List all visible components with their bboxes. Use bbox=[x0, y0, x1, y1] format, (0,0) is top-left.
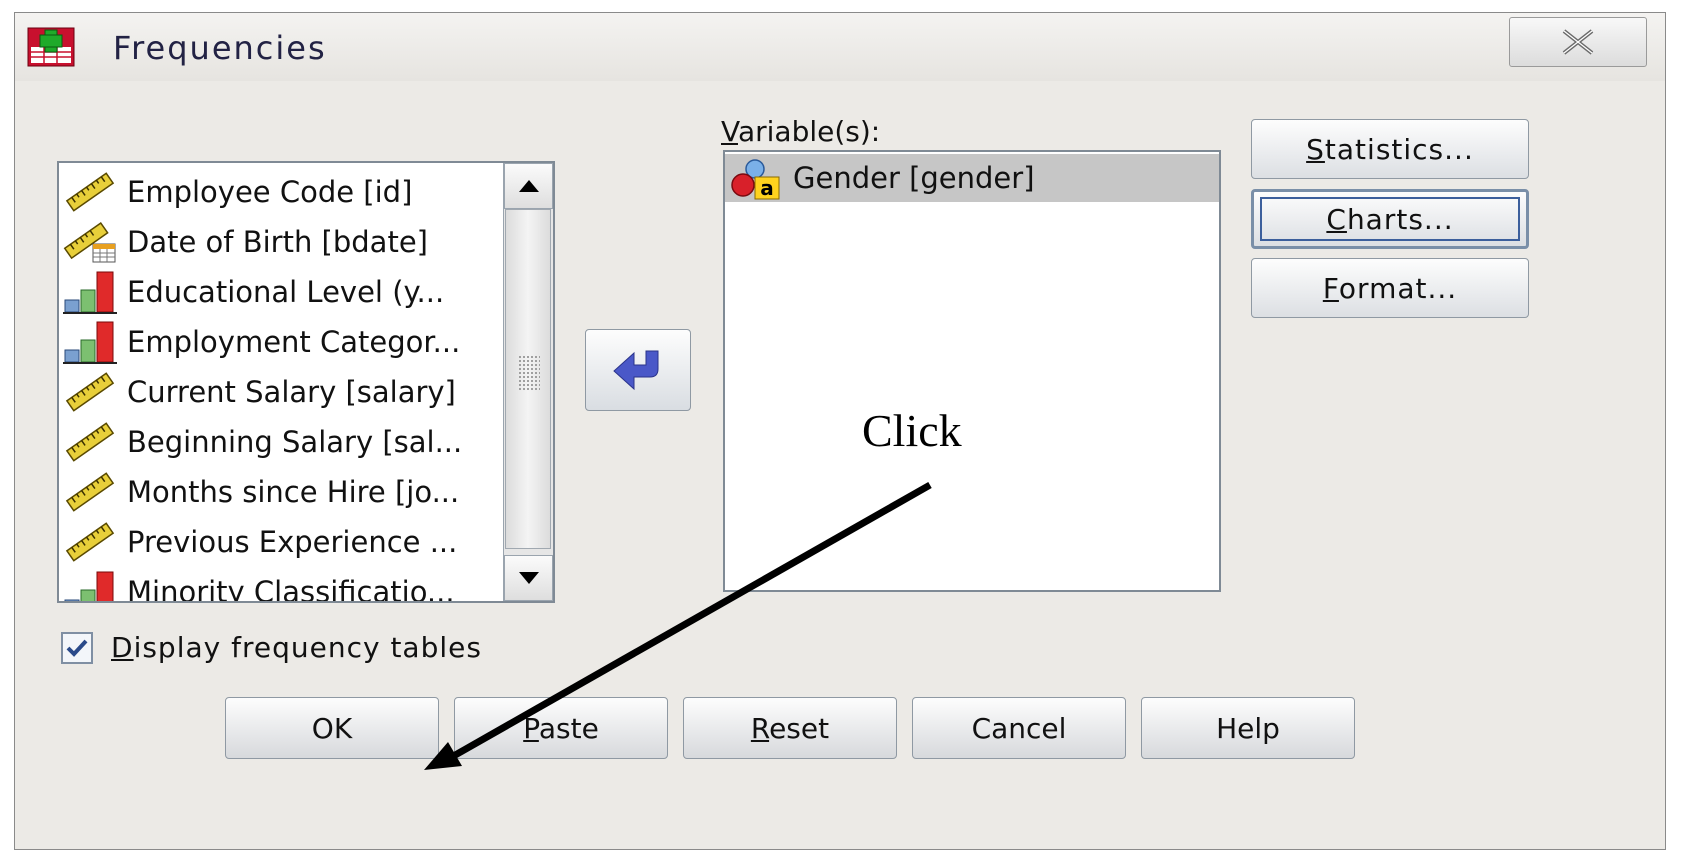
move-variable-button[interactable] bbox=[585, 329, 691, 411]
display-frequency-tables-option[interactable]: Display frequency tables bbox=[61, 631, 482, 664]
title-bar: Frequencies bbox=[15, 13, 1665, 81]
display-frequency-tables-checkbox[interactable] bbox=[61, 631, 93, 664]
source-item-label: Current Salary [salary] bbox=[127, 375, 456, 409]
source-item-label: Beginning Salary [sal... bbox=[127, 425, 463, 459]
variables-label: Variable(s): bbox=[721, 115, 881, 148]
source-item-label: Months since Hire [jo... bbox=[127, 475, 460, 509]
scroll-down-arrow-icon bbox=[518, 572, 539, 584]
scroll-up-button[interactable] bbox=[504, 163, 553, 209]
scroll-down-button[interactable] bbox=[504, 555, 553, 601]
source-item-label: Date of Birth [bdate] bbox=[127, 225, 428, 259]
source-item-label: Employee Code [id] bbox=[127, 175, 413, 209]
source-item-label: Minority Classificatio... bbox=[127, 575, 455, 603]
target-list-item[interactable]: a Gender [gender] bbox=[725, 154, 1219, 202]
scale-ruler-icon bbox=[63, 520, 117, 564]
button-label: Statistics... bbox=[1306, 132, 1474, 166]
scale-ruler-icon bbox=[63, 420, 117, 464]
date-ruler-icon bbox=[63, 220, 117, 264]
target-variable-list[interactable]: a Gender [gender] bbox=[723, 150, 1221, 592]
click-annotation: Click bbox=[862, 405, 962, 456]
svg-text:a: a bbox=[760, 176, 774, 200]
button-label: Paste bbox=[523, 711, 599, 745]
scale-ruler-icon bbox=[63, 170, 117, 214]
charts-button[interactable]: Charts... bbox=[1251, 189, 1529, 249]
scroll-thumb[interactable] bbox=[505, 209, 551, 549]
source-list-item[interactable]: Employee Code [id] bbox=[63, 167, 503, 217]
ordinal-bars-icon bbox=[63, 570, 117, 601]
move-arrow-icon bbox=[613, 350, 659, 391]
button-label: Format... bbox=[1322, 271, 1458, 305]
frequencies-dialog: Frequencies Employee Code [id] Date of Bi… bbox=[14, 12, 1666, 850]
button-label: Cancel bbox=[971, 711, 1067, 745]
target-item-label: Gender [gender] bbox=[793, 161, 1035, 195]
scale-ruler-icon bbox=[63, 370, 117, 414]
source-item-label: Previous Experience ... bbox=[127, 525, 458, 559]
focus-ring bbox=[1260, 197, 1520, 241]
source-list-item[interactable]: Current Salary [salary] bbox=[63, 367, 503, 417]
close-icon bbox=[1562, 29, 1594, 55]
source-variable-list[interactable]: Employee Code [id] Date of Birth [bdate] E… bbox=[57, 161, 555, 603]
paste-button[interactable]: Paste bbox=[454, 697, 668, 759]
ok-button[interactable]: OK bbox=[225, 697, 439, 759]
button-label: OK bbox=[311, 711, 353, 745]
source-list-item[interactable]: Months since Hire [jo... bbox=[63, 467, 503, 517]
spss-procedure-icon bbox=[27, 27, 75, 67]
source-list-scrollbar[interactable] bbox=[503, 163, 553, 601]
close-button[interactable] bbox=[1509, 17, 1647, 67]
format-button[interactable]: Format... bbox=[1251, 258, 1529, 318]
source-item-label: Employment Categor... bbox=[127, 325, 461, 359]
checkbox-label: Display frequency tables bbox=[111, 631, 482, 664]
button-label: Reset bbox=[750, 711, 830, 745]
ordinal-bars-icon bbox=[63, 270, 117, 314]
nominal-string-icon: a bbox=[731, 159, 780, 200]
source-list-item[interactable]: Previous Experience ... bbox=[63, 517, 503, 567]
cancel-button[interactable]: Cancel bbox=[912, 697, 1126, 759]
help-button[interactable]: Help bbox=[1141, 697, 1355, 759]
source-list-item[interactable]: Employment Categor... bbox=[63, 317, 503, 367]
scroll-grip bbox=[518, 355, 540, 391]
source-list-item[interactable]: Date of Birth [bdate] bbox=[63, 217, 503, 267]
source-list-item[interactable]: Beginning Salary [sal... bbox=[63, 417, 503, 467]
button-label: Help bbox=[1216, 711, 1280, 745]
source-item-label: Educational Level (y... bbox=[127, 275, 445, 309]
checkmark-icon bbox=[66, 639, 88, 657]
scroll-up-arrow-icon bbox=[518, 180, 539, 192]
dialog-title: Frequencies bbox=[113, 29, 327, 67]
scale-ruler-icon bbox=[63, 470, 117, 514]
statistics-button[interactable]: Statistics... bbox=[1251, 119, 1529, 179]
source-list-item[interactable]: Minority Classificatio... bbox=[63, 567, 503, 603]
source-list-item[interactable]: Educational Level (y... bbox=[63, 267, 503, 317]
ordinal-bars-icon bbox=[63, 320, 117, 364]
reset-button[interactable]: Reset bbox=[683, 697, 897, 759]
